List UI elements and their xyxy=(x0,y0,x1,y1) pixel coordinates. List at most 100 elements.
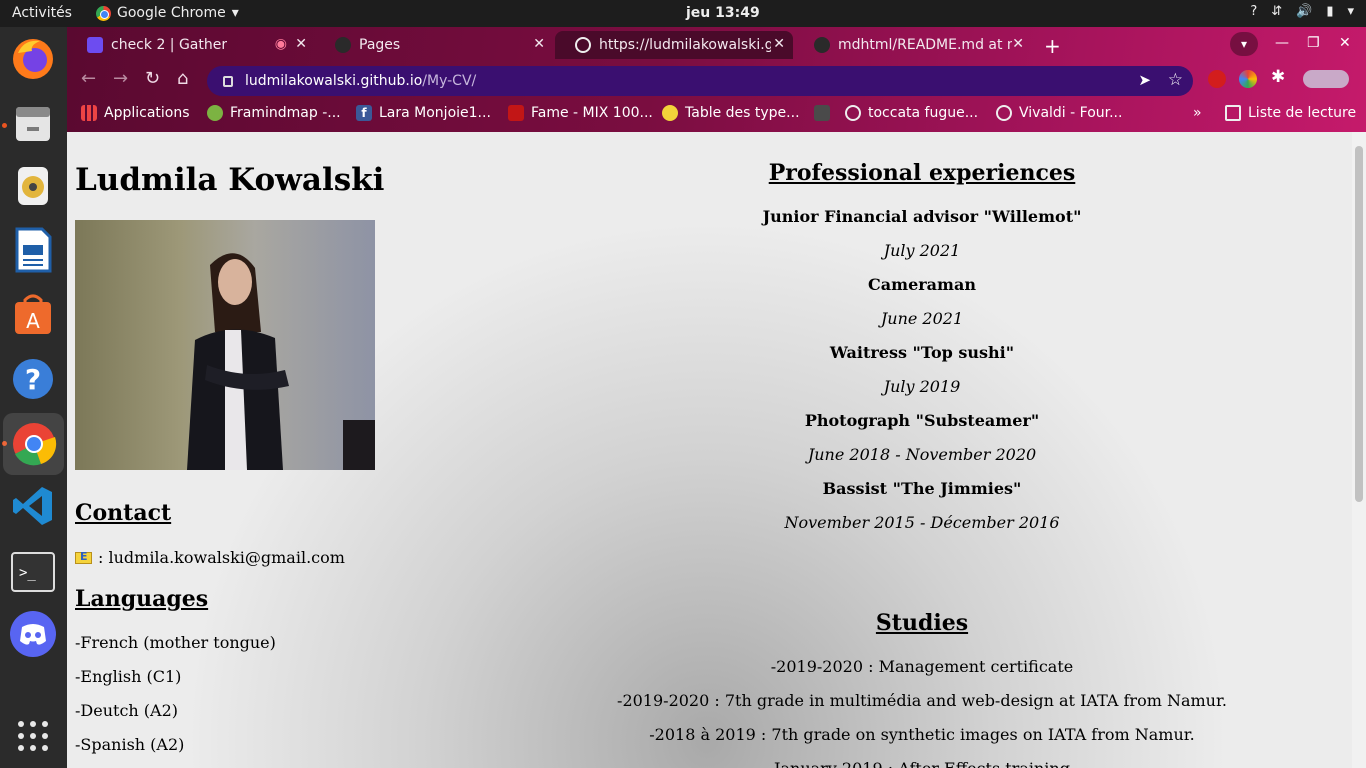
battery-icon[interactable]: ▮ xyxy=(1326,4,1333,19)
help-icon: ? xyxy=(13,359,53,399)
globe-icon xyxy=(996,105,1012,121)
globe-icon xyxy=(575,37,591,53)
minimize-button[interactable]: — xyxy=(1275,35,1289,51)
page-scrollbar[interactable] xyxy=(1352,132,1366,768)
more-bookmarks-button[interactable]: » xyxy=(1193,105,1202,121)
bookmark-label: Table des type... xyxy=(685,105,800,121)
bookmark-star-icon[interactable]: ☆ xyxy=(1168,70,1183,90)
dock-help[interactable]: ? xyxy=(8,354,58,404)
url-host: ludmilakowalski.github.io xyxy=(245,73,423,89)
scrollbar-thumb[interactable] xyxy=(1355,146,1363,502)
language-item: -Deutch (A2) xyxy=(75,701,179,720)
bookmark-framindmap[interactable]: Framindmap -... xyxy=(207,105,341,121)
tab-title: https://ludmilakowalski.g xyxy=(599,37,771,53)
dock-terminal[interactable]: >_ xyxy=(8,547,58,597)
show-applications-button[interactable] xyxy=(8,711,58,761)
power-menu-icon[interactable]: ▾ xyxy=(1347,4,1354,19)
language-item: -Spanish (A2) xyxy=(75,735,185,754)
svg-text:?: ? xyxy=(25,363,41,396)
adblock-extension-icon[interactable] xyxy=(1208,70,1226,88)
apps-grid-icon xyxy=(81,105,97,121)
dock-writer[interactable] xyxy=(8,225,58,275)
home-button[interactable]: ⌂ xyxy=(177,68,188,89)
close-tab-icon[interactable]: ✕ xyxy=(773,36,785,52)
site-icon xyxy=(814,105,830,121)
firefox-icon xyxy=(13,39,53,79)
bookmark-fame[interactable]: Fame - MIX 100... xyxy=(508,105,653,121)
experience-title: Junior Financial advisor "Willemot" xyxy=(762,207,1082,226)
github-icon xyxy=(814,37,830,53)
maximize-button[interactable]: ❐ xyxy=(1307,35,1320,51)
experience-date: November 2015 - Décember 2016 xyxy=(784,513,1060,532)
dock-software[interactable]: A xyxy=(8,289,58,339)
send-to-device-icon[interactable]: ➤ xyxy=(1138,71,1151,89)
dock-vscode[interactable] xyxy=(8,481,58,531)
profile-avatar[interactable] xyxy=(1303,70,1349,88)
studies-heading: Studies xyxy=(875,610,969,636)
portrait-image xyxy=(187,253,375,470)
facebook-icon: f xyxy=(356,105,372,121)
experience-date: July 2019 xyxy=(883,377,961,396)
experience-date: June 2018 - November 2020 xyxy=(807,445,1037,464)
close-tab-icon[interactable]: ✕ xyxy=(533,36,545,52)
dock-chrome[interactable] xyxy=(3,413,64,475)
experience-title: Cameraman xyxy=(868,275,976,294)
dock-discord[interactable] xyxy=(8,609,58,659)
page-content: Ludmila Kowalski Contact : ludmila.kowal… xyxy=(67,132,1352,768)
reading-list-button[interactable]: Liste de lecture xyxy=(1225,105,1356,121)
tab-gather[interactable]: check 2 | Gather ◉ ✕ xyxy=(67,31,315,59)
bookmark-facebook[interactable]: f Lara Monjoie1... xyxy=(356,105,491,121)
app-menu[interactable]: Google Chrome ▾ xyxy=(96,5,239,21)
dock-files[interactable] xyxy=(8,99,58,149)
grid-icon xyxy=(18,721,48,751)
new-tab-button[interactable]: + xyxy=(1044,34,1061,58)
experience-title: Photograph "Substeamer" xyxy=(804,411,1040,430)
framindmap-icon xyxy=(207,105,223,121)
activities-button[interactable]: Activités xyxy=(12,5,72,21)
chevron-down-icon: ▾ xyxy=(231,5,239,21)
extensions-puzzle-icon[interactable]: ✱ xyxy=(1271,67,1289,87)
github-icon xyxy=(335,37,351,53)
close-tab-icon[interactable]: ✕ xyxy=(295,36,307,52)
bookmark-table-types[interactable]: Table des type... xyxy=(662,105,800,121)
svg-text:A: A xyxy=(26,309,40,333)
experience-date: July 2021 xyxy=(883,241,961,260)
tab-mdhtml[interactable]: mdhtml/README.md at m ✕ xyxy=(794,31,1032,59)
system-tray[interactable]: ? ⇵ 🔊 ▮ ▾ xyxy=(1250,4,1354,19)
forward-button[interactable]: → xyxy=(113,68,128,89)
languages-heading: Languages xyxy=(75,586,209,612)
volume-icon[interactable]: 🔊 xyxy=(1296,4,1312,19)
profile-photo xyxy=(75,220,375,470)
tab-pages[interactable]: Pages ✕ xyxy=(315,31,553,59)
cv-name: Ludmila Kowalski xyxy=(75,162,385,198)
language-item: -French (mother tongue) xyxy=(75,633,276,652)
terminal-icon: >_ xyxy=(11,552,55,592)
tab-ludmila-cv[interactable]: https://ludmilakowalski.g ✕ xyxy=(555,31,793,59)
back-button[interactable]: ← xyxy=(81,68,96,89)
bookmark-label: Lara Monjoie1... xyxy=(379,105,491,121)
bookmark-toccata[interactable]: toccata fugue... xyxy=(814,105,978,121)
tab-search-button[interactable]: ▾ xyxy=(1230,32,1258,56)
dock-firefox[interactable] xyxy=(8,33,58,83)
tab-title: check 2 | Gather xyxy=(111,37,228,53)
bookmark-label: Framindmap -... xyxy=(230,105,341,121)
dock-rhythmbox[interactable] xyxy=(8,161,58,211)
experience-date: June 2021 xyxy=(880,309,964,328)
contact-heading: Contact xyxy=(75,500,172,526)
pokeball-icon xyxy=(662,105,678,121)
bookmark-label: Applications xyxy=(104,105,190,121)
bookmark-applications[interactable]: Applications xyxy=(81,105,190,121)
address-bar[interactable]: ludmilakowalski.github.io/My-CV/ ➤ ☆ xyxy=(207,66,1193,96)
clock[interactable]: jeu 13:49 xyxy=(686,5,760,21)
reload-button[interactable]: ↻ xyxy=(145,68,160,89)
network-icon[interactable]: ⇵ xyxy=(1271,4,1282,19)
close-tab-icon[interactable]: ✕ xyxy=(1012,36,1024,52)
close-window-button[interactable]: ✕ xyxy=(1339,35,1351,51)
experience-heading: Professional experiences xyxy=(768,160,1076,186)
file-cabinet-icon xyxy=(16,107,50,141)
bookmark-vivaldi[interactable]: Vivaldi - Four... xyxy=(996,105,1122,121)
reading-list-icon xyxy=(1225,105,1241,121)
help-icon[interactable]: ? xyxy=(1250,4,1257,19)
color-extension-icon[interactable] xyxy=(1239,70,1257,88)
system-top-bar: Activités Google Chrome ▾ jeu 13:49 ? ⇵ … xyxy=(0,0,1366,27)
